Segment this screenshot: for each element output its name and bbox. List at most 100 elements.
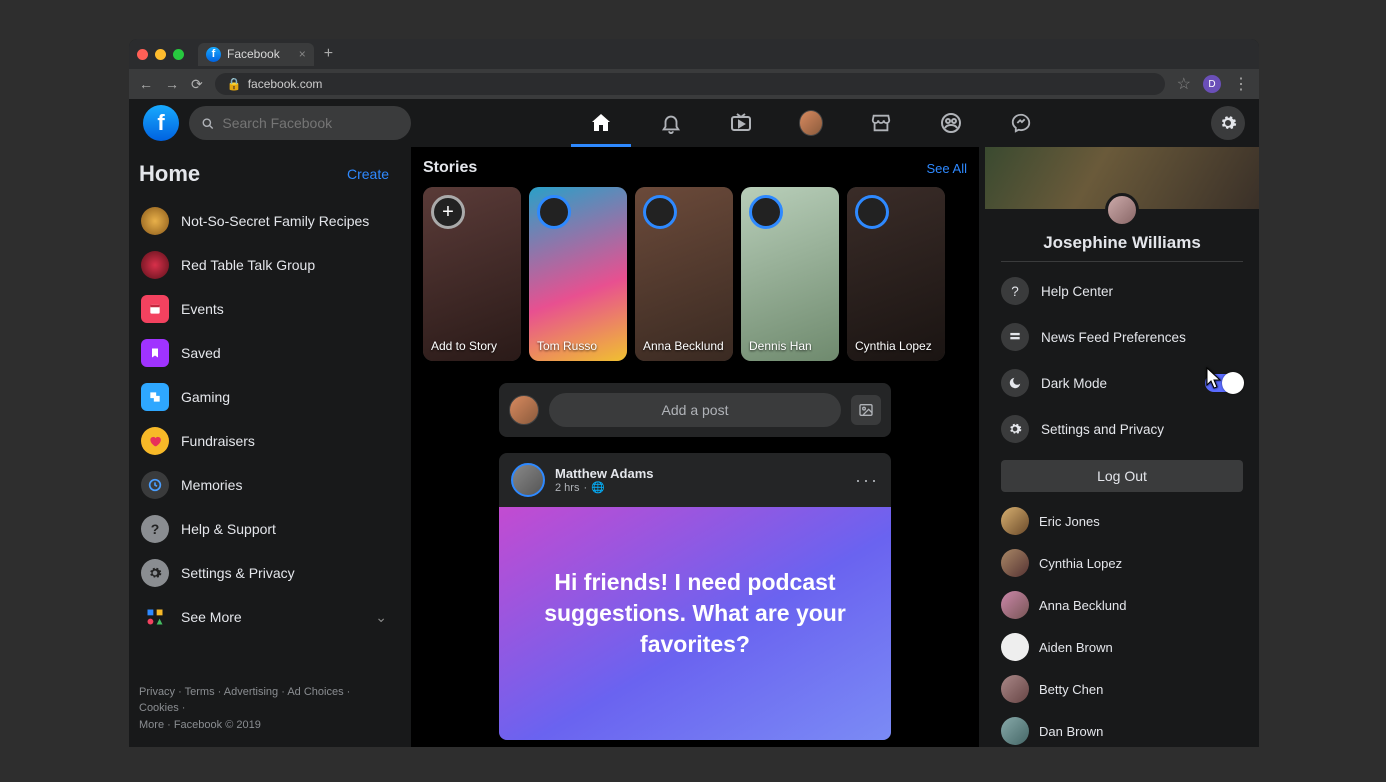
search-input[interactable] <box>189 106 411 140</box>
window-controls <box>137 49 184 60</box>
groups-icon <box>939 111 963 135</box>
nav-groups[interactable] <box>939 111 963 135</box>
post-composer[interactable]: Add a post <box>499 383 891 437</box>
sidebar-item-recipes[interactable]: Not-So-Secret Family Recipes <box>139 199 389 243</box>
avatar-icon <box>1001 549 1029 577</box>
settings-button[interactable] <box>1211 106 1245 140</box>
sidebar-item-fundraisers[interactable]: Fundraisers <box>139 419 389 463</box>
menu-dark-mode[interactable]: Dark Mode <box>985 360 1259 406</box>
nav-messenger[interactable] <box>1009 111 1033 135</box>
nav-profile[interactable] <box>799 111 823 135</box>
close-window-icon[interactable] <box>137 49 148 60</box>
menu-settings-privacy[interactable]: Settings and Privacy <box>985 406 1259 452</box>
nav-marketplace[interactable] <box>869 111 893 135</box>
menu-newsfeed-prefs[interactable]: News Feed Preferences <box>985 314 1259 360</box>
left-sidebar: Home Create Not-So-Secret Family Recipes… <box>129 147 399 747</box>
sidebar-item-gaming[interactable]: Gaming <box>139 375 389 419</box>
gear-icon <box>1219 114 1237 132</box>
help-icon: ? <box>141 515 169 543</box>
search-field[interactable] <box>222 115 399 131</box>
gear-icon <box>1001 415 1029 443</box>
back-button[interactable]: ← <box>139 76 153 92</box>
sidebar-item-label: Saved <box>181 345 221 361</box>
contact-item[interactable]: Cynthia Lopez <box>985 542 1259 584</box>
contact-item[interactable]: Betty Chen <box>985 668 1259 710</box>
sidebar-item-label: Help & Support <box>181 521 276 537</box>
story-card[interactable]: Anna Becklund <box>635 187 733 361</box>
create-link[interactable]: Create <box>347 166 389 182</box>
sidebar-item-label: Not-So-Secret Family Recipes <box>181 213 369 229</box>
nav-home[interactable] <box>589 111 613 135</box>
story-label: Dennis Han <box>749 339 831 353</box>
avatar-icon <box>1001 591 1029 619</box>
story-add[interactable]: +Add to Story <box>423 187 521 361</box>
menu-help-center[interactable]: ?Help Center <box>985 268 1259 314</box>
menu-label: Dark Mode <box>1041 376 1107 391</box>
story-card[interactable]: Tom Russo <box>529 187 627 361</box>
add-photo-button[interactable] <box>851 395 881 425</box>
avatar-icon <box>1001 507 1029 535</box>
maximize-window-icon[interactable] <box>173 49 184 60</box>
post-author-name[interactable]: Matthew Adams <box>555 466 653 481</box>
browser-window: f Facebook × + ← → ⟳ 🔒 facebook.com ☆ D … <box>129 39 1259 747</box>
gaming-icon <box>141 383 169 411</box>
chrome-menu-icon[interactable]: ⋮ <box>1233 74 1249 94</box>
story-avatar-icon <box>537 195 571 229</box>
contact-name: Betty Chen <box>1039 682 1103 697</box>
see-all-link[interactable]: See All <box>927 161 967 176</box>
post-more-button[interactable]: ··· <box>855 470 879 491</box>
plus-icon: + <box>431 195 465 229</box>
logout-button[interactable]: Log Out <box>1001 460 1243 492</box>
search-icon <box>201 116 214 131</box>
sidebar-item-label: Memories <box>181 477 242 493</box>
new-tab-button[interactable]: + <box>324 45 333 63</box>
story-card[interactable]: Dennis Han <box>741 187 839 361</box>
settings-icon <box>141 559 169 587</box>
memories-icon <box>141 471 169 499</box>
sidebar-item-redtable[interactable]: Red Table Talk Group <box>139 243 389 287</box>
sidebar-item-label: Red Table Talk Group <box>181 257 315 273</box>
post-author-avatar[interactable] <box>511 463 545 497</box>
facebook-logo[interactable]: f <box>143 105 179 141</box>
footer-links: Privacy · Terms · Advertising · Ad Choic… <box>139 674 389 748</box>
story-label: Anna Becklund <box>643 339 725 353</box>
contact-item[interactable]: Anna Becklund <box>985 584 1259 626</box>
reload-button[interactable]: ⟳ <box>191 76 203 93</box>
facebook-favicon: f <box>206 47 221 62</box>
forward-button[interactable]: → <box>165 76 179 92</box>
contact-item[interactable]: Dan Brown <box>985 710 1259 747</box>
footer-line[interactable]: Privacy · Terms · Advertising · Ad Choic… <box>139 684 389 717</box>
browser-tab[interactable]: f Facebook × <box>198 43 314 66</box>
chrome-profile-badge[interactable]: D <box>1203 75 1221 93</box>
contact-item[interactable]: Eric Jones <box>985 500 1259 542</box>
lock-icon: 🔒 <box>227 77 242 91</box>
home-icon <box>589 111 613 135</box>
avatar-icon <box>509 395 539 425</box>
contact-item[interactable]: Aiden Brown <box>985 626 1259 668</box>
messenger-icon <box>1010 112 1032 134</box>
bookmark-icon[interactable]: ☆ <box>1177 74 1191 94</box>
dark-mode-toggle[interactable] <box>1205 374 1243 392</box>
profile-name[interactable]: Josephine Williams <box>985 233 1259 253</box>
url-text: facebook.com <box>248 77 323 91</box>
url-input[interactable]: 🔒 facebook.com <box>215 73 1165 95</box>
bell-icon <box>660 112 682 134</box>
moon-icon <box>1001 369 1029 397</box>
sidebar-item-help[interactable]: ? Help & Support <box>139 507 389 551</box>
sidebar-item-seemore[interactable]: See More⌄ <box>139 595 389 639</box>
profile-avatar[interactable] <box>1105 193 1139 227</box>
profile-cover <box>985 147 1259 209</box>
composer-input[interactable]: Add a post <box>549 393 841 427</box>
nav-notifications[interactable] <box>659 111 683 135</box>
sidebar-item-saved[interactable]: Saved <box>139 331 389 375</box>
sidebar-item-settings[interactable]: Settings & Privacy <box>139 551 389 595</box>
sidebar-item-events[interactable]: Events <box>139 287 389 331</box>
close-tab-icon[interactable]: × <box>299 47 306 61</box>
nav-watch[interactable] <box>729 111 753 135</box>
story-card[interactable]: Cynthia Lopez <box>847 187 945 361</box>
sidebar-item-memories[interactable]: Memories <box>139 463 389 507</box>
minimize-window-icon[interactable] <box>155 49 166 60</box>
footer-line[interactable]: More · Facebook © 2019 <box>139 717 389 734</box>
saved-icon <box>141 339 169 367</box>
grid-icon <box>141 603 169 631</box>
